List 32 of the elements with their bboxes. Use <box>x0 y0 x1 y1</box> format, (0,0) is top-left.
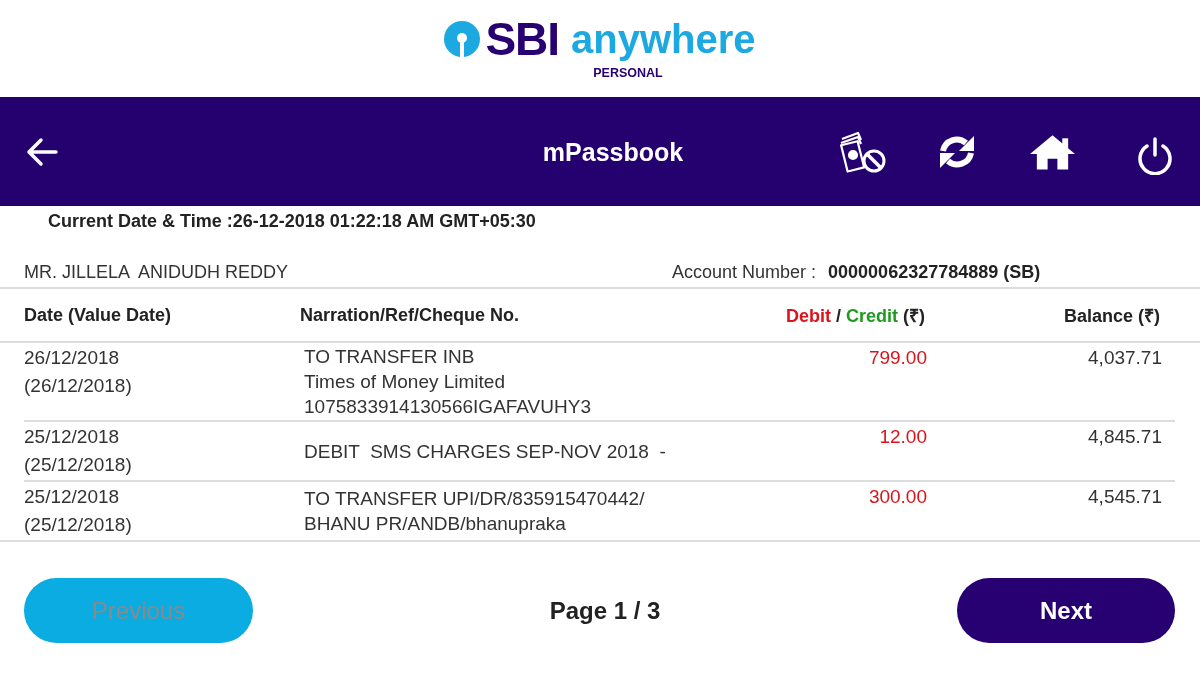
edition-label: PERSONAL <box>593 65 663 81</box>
date-cell-text: 25/12/2018 (25/12/2018) <box>24 485 133 537</box>
date-cell-text: 25/12/2018 (25/12/2018) <box>24 425 133 477</box>
current-date-time: Current Date & Time :26-12-2018 01:22:18 AM GMT+05:30 <box>47 210 537 232</box>
balance-cell-text: 4,037.71 <box>1087 346 1162 370</box>
account-number: 00000062327784889 (SB) <box>828 261 1041 283</box>
account-number-label: Account Number : <box>672 261 817 283</box>
date-cell-text: 26/12/2018 (26/12/2018) <box>24 346 133 398</box>
debit-amount-cell-text: 300.00 <box>867 485 927 509</box>
banknotes-ban-icon[interactable] <box>838 130 886 173</box>
arrow-left-icon[interactable] <box>26 136 58 167</box>
amount-column-header: Debit / Credit (₹) <box>784 305 925 327</box>
debit-amount-cell-text: 799.00 <box>867 346 927 370</box>
balance-cell-text: 4,845.71 <box>1087 425 1162 449</box>
balance-column-header: Balance (₹) <box>1062 305 1160 327</box>
narration-column-header: Narration/Ref/Cheque No. <box>300 304 521 326</box>
page-indicator: Page 1 / 3 <box>549 596 661 625</box>
balance-cell-text: 4,545.71 <box>1087 485 1162 509</box>
refresh-icon[interactable] <box>937 133 977 170</box>
narration-cell-text: TO TRANSFER UPI/DR/835915470442/ BHANU PR/ANDB/bhanupraka <box>303 487 646 536</box>
date-column-header: Date (Value Date) <box>24 304 173 326</box>
brand-name: SBI <box>485 16 560 62</box>
keyhole-logo-icon <box>444 21 481 57</box>
power-icon[interactable] <box>1137 136 1173 175</box>
narration-cell-text: DEBIT SMS CHARGES SEP-NOV 2018 - <box>303 439 667 464</box>
debit-amount-cell-text: 12.00 <box>878 425 927 449</box>
screen-title: mPassbook <box>541 136 685 167</box>
product-name: anywhere <box>571 16 756 62</box>
home-icon[interactable] <box>1030 133 1075 170</box>
next-button[interactable]: Next <box>957 578 1175 643</box>
narration-cell-text: TO TRANSFER INB Times of Money Limited 1075833914130566IGAFAVUHY3 <box>303 345 592 419</box>
account-holder-name: MR. JILLELA ANIDUDH REDDY <box>24 261 290 283</box>
